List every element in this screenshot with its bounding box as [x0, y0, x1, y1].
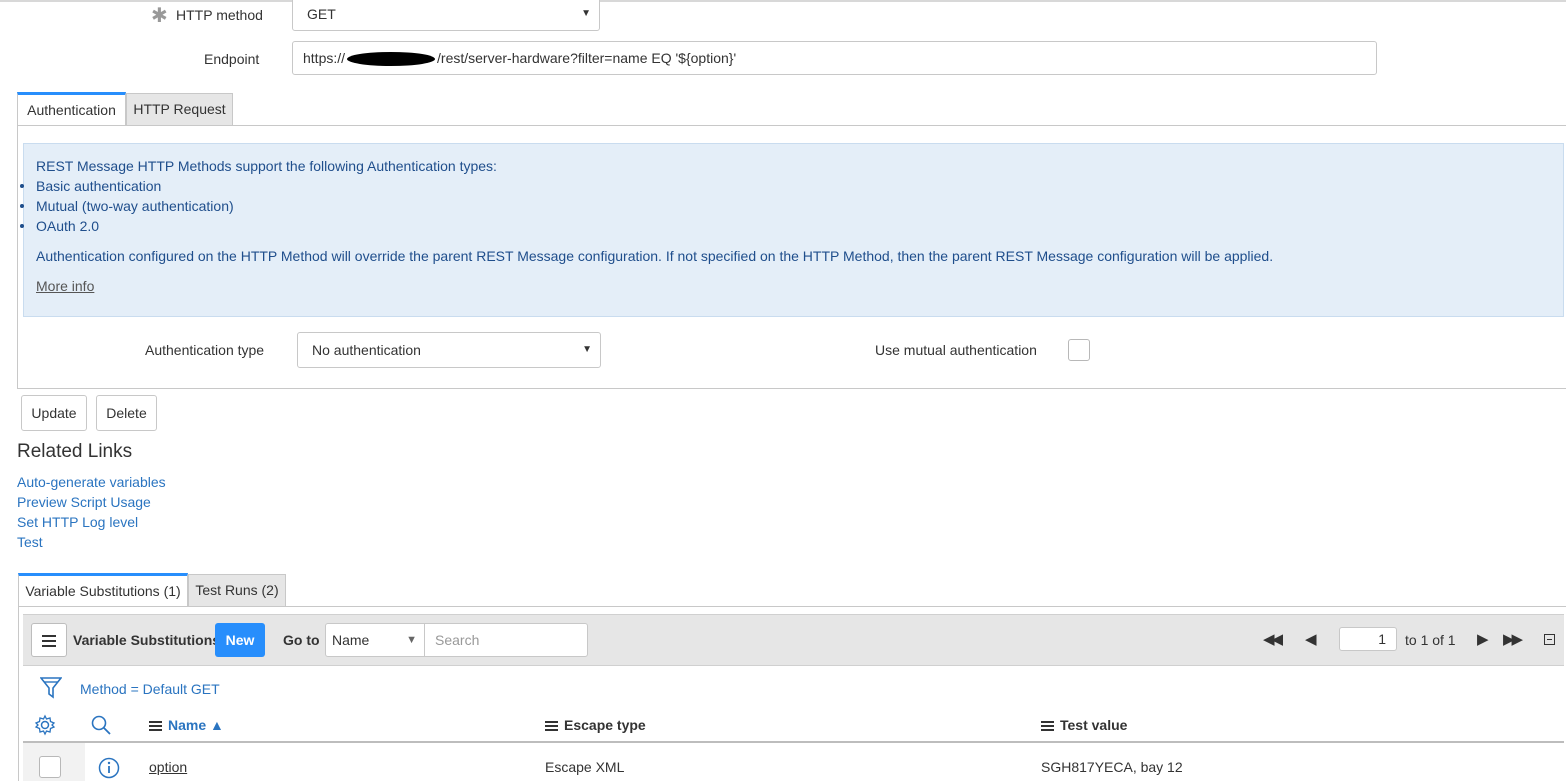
update-button[interactable]: Update: [21, 395, 87, 431]
tab-authentication[interactable]: Authentication: [17, 92, 126, 126]
http-method-select[interactable]: GET ▼: [292, 0, 600, 31]
info-item: Basic authentication: [36, 178, 162, 194]
page-number-input[interactable]: 1: [1339, 627, 1397, 651]
chevron-down-icon: ▼: [406, 634, 417, 646]
more-info-link[interactable]: More info: [36, 278, 94, 294]
bullet: [20, 204, 24, 208]
related-links-title: Related Links: [17, 441, 133, 462]
authentication-info-box: REST Message HTTP Methods support the fo…: [20, 143, 1564, 317]
authentication-type-label: Authentication type: [145, 342, 265, 358]
column-header-test-value-text: Test value: [1060, 717, 1128, 733]
column-header-test-value[interactable]: Test value: [1041, 717, 1127, 733]
last-page-icon[interactable]: ▶▶: [1503, 630, 1523, 648]
list-title: Variable Substitutions: [73, 632, 221, 648]
info-item: OAuth 2.0: [36, 218, 100, 234]
gear-icon[interactable]: [34, 714, 56, 739]
row-name-link[interactable]: option: [149, 759, 187, 775]
endpoint-label: Endpoint: [204, 51, 260, 67]
test-link[interactable]: Test: [17, 534, 43, 550]
info-note: Authentication configured on the HTTP Me…: [36, 248, 1274, 264]
goto-field-select[interactable]: Name ▼: [325, 623, 425, 657]
authentication-type-select[interactable]: No authentication ▼: [297, 332, 601, 368]
search-placeholder: Search: [435, 632, 480, 648]
row-test-value: SGH817YECA, bay 12: [1041, 759, 1183, 775]
auto-generate-variables-link[interactable]: Auto-generate variables: [17, 474, 166, 490]
search-input[interactable]: Search: [424, 623, 588, 657]
mutual-authentication-label: Use mutual authentication: [875, 342, 1037, 358]
info-item: Mutual (two-way authentication): [36, 198, 234, 214]
authentication-type-value: No authentication: [312, 342, 421, 358]
endpoint-input[interactable]: https:// /rest/server-hardware?filter=nam…: [292, 41, 1377, 75]
chevron-down-icon: ▼: [582, 344, 592, 355]
list-menu-button[interactable]: [31, 623, 67, 657]
info-heading: REST Message HTTP Methods support the fo…: [36, 158, 497, 174]
redaction-mark: [347, 52, 436, 67]
new-button[interactable]: New: [215, 623, 265, 657]
goto-field-value: Name: [332, 632, 370, 648]
set-http-log-level-link[interactable]: Set HTTP Log level: [17, 514, 138, 530]
row-escape-type: Escape XML: [545, 759, 625, 775]
goto-label: Go to: [283, 632, 320, 648]
bullet: [20, 184, 24, 188]
column-header-name[interactable]: Name ▲: [149, 717, 224, 733]
endpoint-prefix: https://: [303, 50, 346, 66]
delete-button[interactable]: Delete: [96, 395, 157, 431]
column-header-name-text: Name ▲: [168, 717, 224, 733]
column-header-escape-type-text: Escape type: [564, 717, 646, 733]
preview-script-usage-link[interactable]: Preview Script Usage: [17, 494, 151, 510]
filter-breadcrumb[interactable]: Method = Default GET: [80, 681, 220, 697]
header-divider: [23, 741, 1564, 743]
chevron-down-icon: ▼: [581, 8, 591, 19]
page-range: to 1 of 1: [1405, 632, 1456, 648]
tab-http-request[interactable]: HTTP Request: [126, 93, 233, 126]
tab-test-runs[interactable]: Test Runs (2): [188, 574, 286, 607]
tab-variable-substitutions[interactable]: Variable Substitutions (1): [18, 573, 188, 607]
endpoint-suffix: /rest/server-hardware?filter=name EQ '${…: [437, 50, 737, 66]
search-icon[interactable]: [90, 714, 112, 739]
first-page-icon[interactable]: ◀◀: [1263, 630, 1283, 648]
column-header-escape-type[interactable]: Escape type: [545, 717, 646, 733]
required-asterisk-icon: ✱: [151, 5, 168, 27]
collapse-icon[interactable]: [1544, 634, 1555, 645]
mutual-authentication-checkbox[interactable]: [1068, 339, 1090, 361]
http-method-value: GET: [307, 6, 336, 22]
http-method-label: HTTP method: [176, 7, 263, 23]
row-checkbox[interactable]: [39, 756, 61, 778]
list-toolbar: Variable Substitutions New Go to Name ▼ …: [23, 614, 1564, 666]
previous-page-icon[interactable]: ◀: [1305, 630, 1317, 648]
filter-icon[interactable]: [39, 676, 63, 703]
bullet: [20, 224, 24, 228]
top-divider: [0, 0, 1566, 2]
next-page-icon[interactable]: ▶: [1477, 630, 1489, 648]
info-icon[interactable]: [98, 757, 120, 782]
